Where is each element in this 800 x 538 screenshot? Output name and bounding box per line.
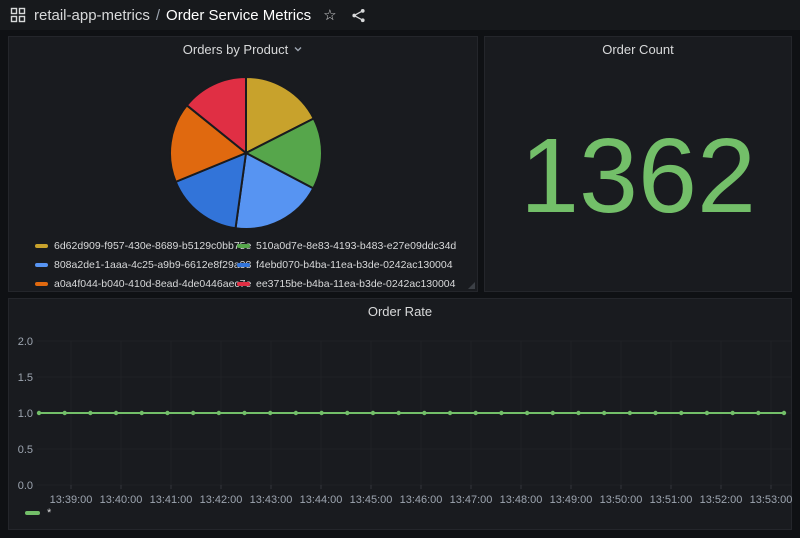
pie-chart	[164, 71, 328, 235]
svg-text:13:43:00: 13:43:00	[250, 494, 293, 506]
svg-text:13:45:00: 13:45:00	[350, 494, 393, 506]
breadcrumb-separator: /	[156, 7, 160, 24]
svg-text:13:44:00: 13:44:00	[300, 494, 343, 506]
top-bar: retail-app-metrics / Order Service Metri…	[0, 0, 800, 30]
pie-legend-item[interactable]: a0a4f044-b040-410d-8ead-4de0446aec7e	[35, 277, 237, 290]
y-axis-labels: 0.0 0.5 1.0 1.5 2.0	[18, 336, 33, 492]
chevron-down-icon	[293, 44, 303, 54]
panel-title-text: Order Rate	[368, 304, 432, 319]
star-icon[interactable]: ☆	[323, 6, 336, 24]
pie-legend: 6d62d909-f957-430e-8689-b5129c0bb75e510a…	[35, 239, 439, 290]
svg-text:13:52:00: 13:52:00	[700, 494, 743, 506]
svg-text:13:50:00: 13:50:00	[600, 494, 643, 506]
svg-text:13:47:00: 13:47:00	[450, 494, 493, 506]
svg-text:13:48:00: 13:48:00	[500, 494, 543, 506]
pie-legend-item[interactable]: ee3715be-b4ba-11ea-b3de-0242ac130004	[237, 277, 439, 290]
panel-order-count-title[interactable]: Order Count	[485, 37, 791, 61]
legend-swatch	[237, 244, 250, 248]
legend-swatch	[237, 282, 250, 286]
svg-text:13:49:00: 13:49:00	[550, 494, 593, 506]
panel-title-text: Orders by Product	[183, 42, 289, 57]
svg-text:13:41:00: 13:41:00	[150, 494, 193, 506]
panel-title-text: Order Count	[602, 42, 674, 57]
pie-legend-item[interactable]: 808a2de1-1aaa-4c25-a9b9-6612e8f29a38	[35, 258, 237, 271]
dashboards-grid-icon[interactable]	[10, 7, 26, 23]
share-icon[interactable]	[351, 8, 366, 23]
svg-text:0.0: 0.0	[18, 480, 33, 492]
svg-text:13:39:00: 13:39:00	[50, 494, 93, 506]
dashboard: retail-app-metrics / Order Service Metri…	[0, 0, 800, 538]
svg-text:13:42:00: 13:42:00	[200, 494, 243, 506]
svg-text:0.5: 0.5	[18, 444, 33, 456]
x-axis-labels: 13:39:00 13:40:00 13:41:00 13:42:00 13:43:00…	[50, 494, 793, 506]
svg-text:13:40:00: 13:40:00	[100, 494, 143, 506]
stat-body: 1362	[485, 61, 791, 291]
legend-label: 510a0d7e-8e83-4193-b483-e27e09ddc34d	[256, 240, 456, 252]
legend-label: 808a2de1-1aaa-4c25-a9b9-6612e8f29a38	[54, 259, 251, 271]
panel-order-count: Order Count 1362	[484, 36, 792, 292]
pie-legend-item[interactable]: 6d62d909-f957-430e-8689-b5129c0bb75e	[35, 239, 237, 252]
panel-orders-by-product-title[interactable]: Orders by Product	[9, 37, 477, 61]
legend-swatch	[237, 263, 250, 267]
svg-text:1.0: 1.0	[18, 408, 33, 420]
legend-label: f4ebd070-b4ba-11ea-b3de-0242ac130004	[256, 259, 453, 271]
stat-value: 1362	[520, 123, 756, 229]
svg-text:13:51:00: 13:51:00	[650, 494, 693, 506]
x-axis-ticks	[71, 485, 771, 489]
series-legend-swatch	[25, 511, 40, 515]
legend-label: a0a4f044-b040-410d-8ead-4de0446aec7e	[54, 278, 251, 290]
svg-text:13:46:00: 13:46:00	[400, 494, 443, 506]
pie-legend-item[interactable]: f4ebd070-b4ba-11ea-b3de-0242ac130004	[237, 258, 439, 271]
breadcrumb-dashboard-title[interactable]: Order Service Metrics	[166, 7, 311, 24]
svg-text:1.5: 1.5	[18, 372, 33, 384]
breadcrumb-folder[interactable]: retail-app-metrics	[34, 7, 150, 24]
panel-orders-by-product: Orders by Product 6d62d909-f957-430e-868…	[8, 36, 478, 292]
time-series-chart: 0.00.51.01.52.013:39:0013:40:0013:41:001…	[9, 325, 793, 507]
series-legend-label: *	[47, 507, 51, 519]
svg-text:2.0: 2.0	[18, 336, 33, 348]
panel-resize-handle[interactable]	[468, 282, 475, 289]
svg-text:13:53:00: 13:53:00	[750, 494, 793, 506]
legend-swatch	[35, 263, 48, 267]
pie-legend-item[interactable]: 510a0d7e-8e83-4193-b483-e27e09ddc34d	[237, 239, 439, 252]
legend-swatch	[35, 282, 48, 286]
series-legend-item[interactable]: *	[25, 507, 51, 519]
panel-order-rate: Order Rate 0.0 0.5 1.0 1.5 2.0 13:39:00 13:40:…	[8, 298, 792, 530]
legend-swatch	[35, 244, 48, 248]
legend-label: 6d62d909-f957-430e-8689-b5129c0bb75e	[54, 240, 251, 252]
panel-order-rate-title[interactable]: Order Rate	[9, 299, 791, 323]
legend-label: ee3715be-b4ba-11ea-b3de-0242ac130004	[256, 278, 456, 290]
